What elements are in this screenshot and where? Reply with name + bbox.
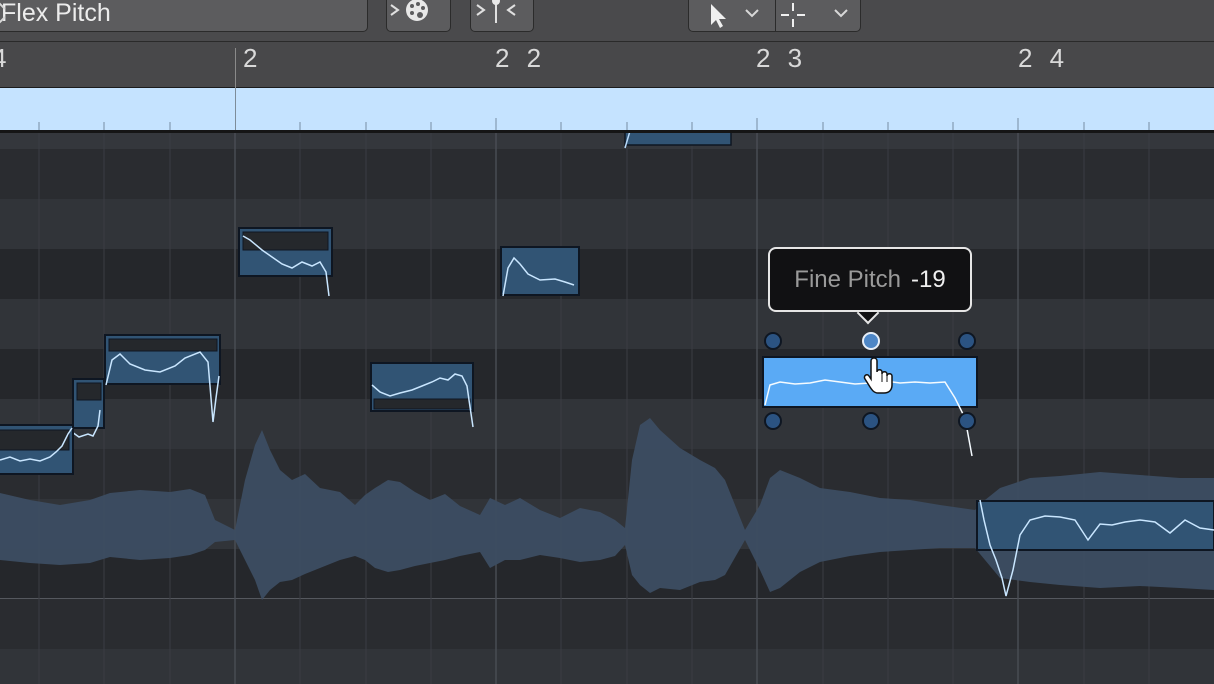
pitch-note[interactable] [0, 424, 74, 475]
flex-marker-button[interactable] [470, 0, 534, 32]
tooltip-value: -19 [911, 265, 946, 293]
formant-shift-handle[interactable] [958, 412, 976, 430]
pitch-note[interactable] [71, 378, 105, 438]
editor-mode-select[interactable]: Flex Pitch [0, 0, 368, 32]
crosshair-tool-icon [781, 3, 805, 27]
flex-pitch-editor[interactable]: Fine Pitch -19 [0, 133, 1214, 684]
crosshair-chevron-icon [834, 9, 848, 18]
pitch-note[interactable] [624, 133, 732, 149]
editor-mode-label: Flex Pitch [1, 0, 111, 27]
pointer-tool-icon [711, 4, 726, 28]
tooltip-label: Fine Pitch [794, 265, 902, 293]
region-bar[interactable] [0, 88, 1214, 133]
pointer-chevron-icon [745, 9, 759, 18]
pitch-lanes [0, 133, 1214, 684]
tool-selector-group [688, 0, 861, 32]
pitch-editor-canvas[interactable] [0, 133, 1214, 684]
ruler-bar-label: 2 4 [1018, 43, 1070, 73]
ruler-bar-label: 4 [0, 43, 11, 74]
flex-marker-icon [476, 0, 516, 23]
palette-button[interactable] [386, 0, 451, 32]
region-ticks [38, 118, 1150, 130]
tool-icons [711, 3, 848, 28]
pitch-drift-start-handle[interactable] [764, 332, 782, 350]
vibrato-handle[interactable] [862, 412, 880, 430]
pitch-drift-end-handle[interactable] [958, 332, 976, 350]
bar-ruler[interactable]: 4 2 2 2 2 3 2 4 [0, 42, 1214, 88]
palette-icon [390, 0, 428, 21]
ruler-bar-line [235, 48, 236, 88]
fine-pitch-handle[interactable] [862, 332, 880, 350]
fine-pitch-tooltip: Fine Pitch -19 [768, 247, 972, 312]
ruler-bar-label: 2 3 [756, 43, 808, 73]
editor-toolbar: Flex Pitch [0, 0, 1214, 42]
up-down-chevron-icon [0, 2, 6, 24]
ruler-bar-label: 2 [243, 43, 263, 73]
gain-handle[interactable] [764, 412, 782, 430]
ruler-bar-label: 2 2 [495, 43, 547, 73]
pitch-note[interactable] [500, 246, 580, 297]
